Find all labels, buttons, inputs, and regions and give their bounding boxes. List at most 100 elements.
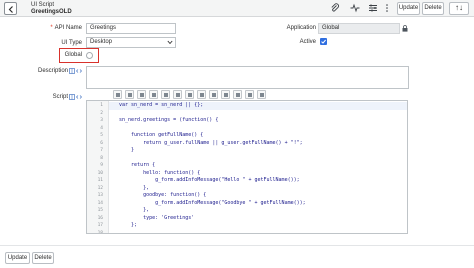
replace-icon (139, 92, 144, 97)
delete-button-bottom[interactable]: Delete (32, 252, 54, 264)
ui-type-select[interactable]: Desktop (86, 37, 176, 48)
application-field: Global (318, 23, 400, 34)
comment-icon (115, 92, 120, 97)
script-editor-toolbar (113, 90, 266, 100)
code-line-text: g_form.addInfoMessage("Goodbye " + getFu… (119, 199, 306, 206)
code-line: type: 'Greetings' (109, 215, 407, 223)
line-number: 9 (100, 163, 103, 168)
code-line-text: g_form.addInfoMessage("Hello " + getFull… (119, 177, 300, 183)
more-options-icon[interactable] (382, 3, 392, 13)
line-number: 13 (97, 193, 103, 198)
active-label: Active (299, 39, 316, 45)
ui-type-label: UI Type (61, 40, 82, 46)
delete-button-top[interactable]: Delete (422, 2, 444, 15)
footer-divider (0, 245, 474, 246)
line-number: 7 (100, 148, 103, 153)
save-icon (235, 92, 240, 97)
replace-all-button[interactable] (149, 90, 158, 99)
search-button[interactable] (161, 90, 170, 99)
debug-icon (211, 92, 216, 97)
pulse-icon[interactable] (350, 3, 360, 13)
toggle-comment-button[interactable] (113, 90, 122, 99)
line-number: 3 (100, 118, 103, 123)
settings-button[interactable] (257, 90, 266, 99)
line-number: 15 (97, 208, 103, 213)
line-number: 12 (97, 185, 103, 191)
line-number: 16 (97, 215, 103, 221)
back-button[interactable] (4, 2, 17, 15)
line-number: 5 (100, 133, 103, 138)
global-checkbox[interactable] (86, 52, 93, 59)
line-number: 2 (100, 110, 103, 116)
lock-icon[interactable] (402, 25, 408, 32)
find-previous-icon (187, 92, 192, 97)
code-line: hello: function() { (109, 170, 407, 178)
code-line-text: goodbye: function() { (119, 192, 207, 198)
replace-all-icon (151, 92, 156, 97)
fullscreen-button[interactable] (245, 90, 254, 99)
api-name-field[interactable]: Greetings (86, 23, 176, 34)
find-next-button[interactable] (173, 90, 182, 99)
line-number: 18 (97, 230, 103, 234)
code-line: }; (109, 222, 407, 230)
active-checkbox[interactable] (320, 38, 327, 45)
line-number: 6 (100, 140, 103, 146)
check-icon (199, 92, 204, 97)
code-line: g_form.addInfoMessage("Hello " + getFull… (109, 177, 407, 185)
chevron-left-icon (8, 5, 13, 13)
description-textarea[interactable] (86, 66, 409, 89)
line-number-gutter: 1234567891011121314151617181920 (87, 101, 109, 233)
format-icon (127, 92, 132, 97)
code-line-text: hello: function() { (119, 169, 201, 176)
gear-icon (259, 92, 264, 97)
book-icon[interactable] (69, 94, 75, 100)
line-number: 17 (97, 223, 103, 228)
sliders-icon[interactable] (368, 3, 378, 13)
script-macros-button[interactable] (221, 90, 230, 99)
line-number: 10 (97, 170, 103, 176)
format-code-button[interactable] (125, 90, 134, 99)
code-line: var sn_nerd = sn_nerd || {}; (109, 102, 407, 110)
script-debugger-button[interactable] (209, 90, 218, 99)
description-label: Description (37, 68, 68, 74)
code-line: sn_nerd.greetings = (function() { (109, 117, 407, 125)
code-line: }, (109, 207, 407, 215)
line-number: 4 (100, 125, 103, 131)
form-header: UI Script GreetingsOLD Update Delete ↑↓ (0, 0, 474, 17)
global-label: Global (64, 52, 82, 58)
code-line-text: } (119, 147, 135, 153)
code-line-text: }, (119, 207, 150, 213)
paperclip-icon[interactable] (330, 3, 340, 13)
code-icon[interactable] (76, 68, 82, 74)
script-editor[interactable]: 1234567891011121314151617181920 var sn_n… (86, 100, 408, 234)
macros-icon (223, 92, 228, 97)
update-button-top[interactable]: Update (397, 2, 420, 15)
replace-button[interactable] (137, 90, 146, 99)
code-line: return { (109, 162, 407, 170)
find-previous-button[interactable] (185, 90, 194, 99)
syntax-check-button[interactable] (197, 90, 206, 99)
script-label: Script (52, 94, 68, 100)
chevron-down-icon (167, 40, 173, 45)
fullscreen-icon (247, 92, 252, 97)
code-line-text: return { (119, 162, 156, 168)
search-icon (163, 92, 168, 97)
sort-navigation-button[interactable]: ↑↓ (449, 2, 469, 15)
book-icon[interactable] (69, 68, 75, 74)
find-next-icon (175, 92, 180, 97)
code-line: goodbye: function() { (109, 192, 407, 200)
required-indicator: * (50, 25, 53, 31)
checkmark-icon (321, 39, 326, 44)
line-number: 14 (97, 200, 103, 206)
api-name-label: * API Name (50, 25, 82, 31)
code-icon[interactable] (76, 94, 82, 100)
save-button[interactable] (233, 90, 242, 99)
line-number: 8 (100, 155, 103, 161)
update-button-bottom[interactable]: Update (5, 252, 30, 264)
application-label: Application (286, 25, 316, 31)
code-area[interactable]: var sn_nerd = sn_nerd || {}; sn_nerd.gree… (109, 101, 407, 233)
